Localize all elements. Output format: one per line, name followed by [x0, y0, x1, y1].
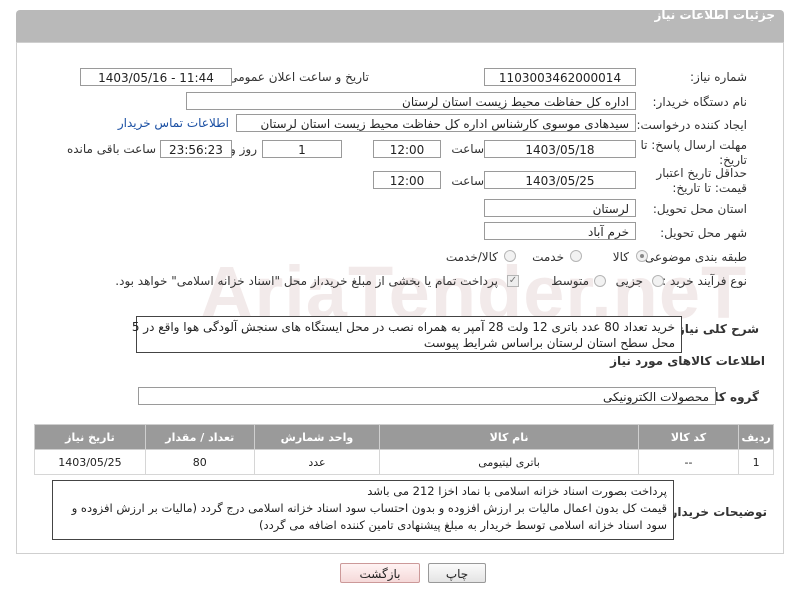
- col-name: نام کالا: [379, 424, 639, 450]
- buyer-notes-line-1: پرداخت بصورت اسناد خزانه اسلامی با نماد …: [367, 484, 667, 498]
- cell-code: --: [637, 449, 740, 475]
- goods-table-header: ردیف کد کالا نام کالا واحد شمارش تعداد /…: [34, 424, 774, 450]
- buyer-notes-box: پرداخت بصورت اسناد خزانه اسلامی با نماد …: [52, 480, 674, 540]
- description-line-1: خرید تعداد 80 عدد باتری 12 ولت 28 آمپر ب…: [131, 320, 675, 334]
- buyer-contact-link[interactable]: اطلاعات تماس خریدار: [118, 116, 229, 130]
- cell-row: 1: [738, 449, 774, 475]
- treasury-checkbox[interactable]: ✓: [507, 275, 519, 287]
- buyer-notes-label: توضیحات خریدار:: [665, 505, 767, 519]
- creator-field[interactable]: سیدهادی موسوی کارشناس اداره کل حفاظت محی…: [236, 114, 636, 132]
- buyer-field[interactable]: اداره کل حفاظت محیط زیست استان لرستان: [186, 92, 636, 110]
- col-quantity: تعداد / مقدار: [144, 424, 255, 450]
- remaining-time-field[interactable]: 23:56:23: [160, 140, 232, 158]
- description-label: شرح کلی نیاز:: [673, 322, 759, 336]
- need-number-field[interactable]: 1103003462000014: [484, 68, 636, 86]
- category-radio-both[interactable]: [504, 250, 516, 262]
- col-date: تاریخ نیاز: [34, 424, 146, 450]
- category-option-service: خدمت: [532, 250, 564, 264]
- category-radio-service[interactable]: [570, 250, 582, 262]
- cell-quantity: 80: [144, 449, 255, 475]
- day-and-label: روز و: [230, 142, 257, 156]
- cell-name: باتری لیتیومی: [379, 449, 639, 475]
- validity-time-label: ساعت: [451, 174, 484, 188]
- deadline-time-label: ساعت: [451, 142, 484, 156]
- deadline-time-field[interactable]: 12:00: [373, 140, 441, 158]
- table-row[interactable]: 1 -- باتری لیتیومی عدد 80 1403/05/25: [34, 449, 774, 475]
- goods-group-field[interactable]: محصولات الکترونیکی: [138, 387, 716, 405]
- col-code: کد کالا: [637, 424, 740, 450]
- validity-date-field[interactable]: 1403/05/25: [484, 171, 636, 189]
- province-label: استان محل تحویل:: [652, 202, 747, 216]
- buyer-notes-line-3: سود اسناد خزانه اسلامی توسط خریدار به مب…: [259, 518, 667, 532]
- remaining-label: ساعت باقی مانده: [66, 142, 156, 156]
- process-radio-minor[interactable]: [652, 275, 664, 287]
- deadline-date-field[interactable]: 1403/05/18: [484, 140, 636, 158]
- goods-section-title: اطلاعات کالاهای مورد نیاز: [610, 354, 765, 368]
- need-number-label: شماره نیاز:: [690, 70, 747, 84]
- buyer-label: نام دستگاه خریدار:: [652, 95, 748, 109]
- print-button[interactable]: چاپ: [428, 563, 486, 583]
- announce-field[interactable]: 1403/05/16 - 11:44: [80, 68, 232, 86]
- city-label: شهر محل تحویل:: [660, 226, 747, 240]
- province-field[interactable]: لرستان: [484, 199, 636, 217]
- cell-date: 1403/05/25: [34, 449, 146, 475]
- process-radio-medium[interactable]: [594, 275, 606, 287]
- validity-label: حداقل تاریخ اعتبار قیمت: تا تاریخ:: [656, 166, 747, 195]
- col-row: ردیف: [738, 424, 774, 450]
- description-line-2: محل سطح استان لرستان براساس شرایط پیوست: [423, 336, 675, 350]
- process-option-medium: متوسط: [551, 274, 589, 288]
- treasury-note: پرداخت تمام یا بخشی از مبلغ خرید،از محل …: [115, 274, 498, 288]
- announce-label: تاریخ و ساعت اعلان عمومی:: [224, 70, 369, 84]
- process-option-minor: جزیی: [615, 274, 643, 288]
- process-label: نوع فرآیند خرید :: [662, 274, 747, 288]
- goods-table: ردیف کد کالا نام کالا واحد شمارش تعداد /…: [34, 424, 774, 475]
- category-option-goods: کالا: [612, 250, 629, 264]
- validity-time-field[interactable]: 12:00: [373, 171, 441, 189]
- creator-label: ایجاد کننده درخواست:: [636, 118, 747, 132]
- category-radio-goods[interactable]: [636, 250, 648, 262]
- city-field[interactable]: خرم آباد: [484, 222, 636, 240]
- col-unit: واحد شمارش: [253, 424, 381, 450]
- description-box: خرید تعداد 80 عدد باتری 12 ولت 28 آمپر ب…: [131, 316, 682, 353]
- category-label: طبقه بندی موضوعی:: [640, 250, 747, 264]
- days-field[interactable]: 1: [262, 140, 342, 158]
- cell-unit: عدد: [253, 449, 381, 475]
- back-button[interactable]: بازگشت: [340, 563, 420, 583]
- deadline-label: مهلت ارسال پاسخ: تا تاریخ:: [640, 138, 747, 167]
- page-title: جزئیات اطلاعات نیاز: [654, 8, 775, 22]
- category-option-both: کالا/خدمت: [445, 250, 498, 264]
- buyer-notes-line-2: قیمت کل بدون اعمال مالیات بر ارزش افزوده…: [71, 501, 667, 515]
